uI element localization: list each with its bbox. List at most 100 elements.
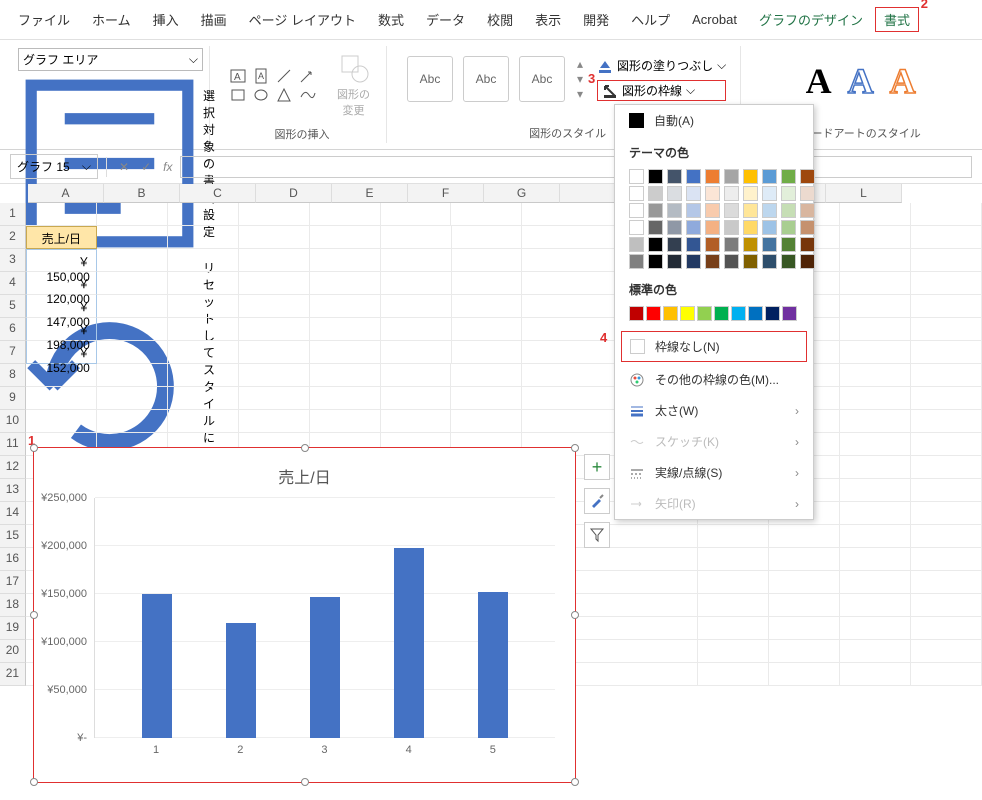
- cell[interactable]: [911, 272, 982, 295]
- cell[interactable]: ￥ 147,000: [26, 295, 97, 318]
- cell[interactable]: [168, 364, 239, 387]
- cell[interactable]: [381, 295, 452, 318]
- row-header[interactable]: 5: [0, 295, 26, 318]
- cell[interactable]: [97, 226, 168, 249]
- cell[interactable]: [451, 410, 522, 433]
- row-header[interactable]: 17: [0, 571, 26, 594]
- cell[interactable]: [911, 548, 982, 571]
- cell[interactable]: [698, 617, 769, 640]
- cell[interactable]: [452, 226, 523, 249]
- col-header[interactable]: B: [104, 184, 180, 203]
- color-swatch[interactable]: [743, 220, 758, 235]
- cell[interactable]: [239, 318, 310, 341]
- color-swatch[interactable]: [629, 186, 644, 201]
- cell[interactable]: [840, 249, 911, 272]
- cell[interactable]: [97, 203, 168, 226]
- row-header[interactable]: 6: [0, 318, 26, 341]
- cell[interactable]: [840, 318, 911, 341]
- color-swatch[interactable]: [686, 203, 701, 218]
- color-swatch[interactable]: [762, 220, 777, 235]
- dd-no-border[interactable]: 4 枠線なし(N): [622, 332, 806, 361]
- name-box[interactable]: グラフ 15 ⌵: [10, 154, 98, 179]
- cell[interactable]: [381, 410, 452, 433]
- color-swatch[interactable]: [781, 203, 796, 218]
- cell[interactable]: [698, 525, 769, 548]
- color-swatch[interactable]: [705, 186, 720, 201]
- cell[interactable]: [451, 364, 522, 387]
- color-swatch[interactable]: [629, 203, 644, 218]
- color-swatch[interactable]: [648, 169, 663, 184]
- color-swatch[interactable]: [667, 203, 682, 218]
- dd-auto[interactable]: 自動(A): [615, 105, 813, 136]
- color-swatch[interactable]: [781, 220, 796, 235]
- cell[interactable]: [698, 548, 769, 571]
- cell[interactable]: [911, 341, 982, 364]
- cell[interactable]: [310, 341, 381, 364]
- color-swatch[interactable]: [743, 203, 758, 218]
- cell[interactable]: [452, 318, 523, 341]
- cell[interactable]: [97, 410, 168, 433]
- color-swatch[interactable]: [663, 306, 678, 321]
- cell[interactable]: [310, 295, 381, 318]
- gallery-more-icon[interactable]: ▾: [577, 87, 583, 101]
- cell[interactable]: [840, 571, 911, 594]
- row-header[interactable]: 18: [0, 594, 26, 617]
- cell[interactable]: [381, 203, 452, 226]
- menu-chart-design[interactable]: グラフのデザイン: [749, 6, 873, 33]
- style-thumb-2[interactable]: Abc: [463, 56, 509, 102]
- cell[interactable]: [239, 295, 310, 318]
- cell[interactable]: [168, 226, 239, 249]
- cell[interactable]: [840, 456, 911, 479]
- cell[interactable]: [911, 318, 982, 341]
- dd-more-colors[interactable]: その他の枠線の色(M)...: [615, 364, 813, 395]
- row-header[interactable]: 14: [0, 502, 26, 525]
- cell[interactable]: [381, 364, 452, 387]
- chart-title[interactable]: 売上/日: [34, 448, 575, 498]
- row-header[interactable]: 2: [0, 226, 26, 249]
- chart-plot-area[interactable]: ¥-¥50,000¥100,000¥150,000¥200,000¥250,00…: [94, 498, 555, 738]
- row-header[interactable]: 1: [0, 203, 26, 226]
- cell[interactable]: [239, 226, 310, 249]
- menu-draw[interactable]: 描画: [191, 6, 237, 33]
- row-header[interactable]: 7: [0, 341, 26, 364]
- cell[interactable]: [310, 410, 381, 433]
- cell[interactable]: 売上/日: [26, 226, 97, 249]
- shape-styles-gallery[interactable]: Abc Abc Abc: [403, 48, 569, 110]
- cell[interactable]: [840, 640, 911, 663]
- col-header[interactable]: C: [180, 184, 256, 203]
- cell[interactable]: [911, 433, 982, 456]
- cell[interactable]: [26, 364, 97, 387]
- resize-handle[interactable]: [30, 778, 38, 786]
- cell[interactable]: [911, 456, 982, 479]
- color-swatch[interactable]: [667, 186, 682, 201]
- cell[interactable]: [840, 433, 911, 456]
- cell[interactable]: [840, 272, 911, 295]
- color-swatch[interactable]: [705, 220, 720, 235]
- color-swatch[interactable]: [765, 306, 780, 321]
- cell[interactable]: ￥ 152,000: [26, 341, 97, 364]
- color-swatch[interactable]: [629, 169, 644, 184]
- color-swatch[interactable]: [629, 220, 644, 235]
- color-swatch[interactable]: [705, 169, 720, 184]
- gallery-up-icon[interactable]: ▴: [577, 57, 583, 71]
- cell[interactable]: [911, 640, 982, 663]
- chart-bar[interactable]: [142, 594, 172, 738]
- color-swatch[interactable]: [762, 186, 777, 201]
- cell[interactable]: [26, 387, 97, 410]
- cell[interactable]: [769, 571, 840, 594]
- color-swatch[interactable]: [800, 237, 815, 252]
- shape-outline-button[interactable]: 3 図形の枠線 ⌵: [597, 80, 726, 101]
- style-thumb-3[interactable]: Abc: [519, 56, 565, 102]
- cell[interactable]: [381, 318, 452, 341]
- color-swatch[interactable]: [686, 237, 701, 252]
- style-thumb-1[interactable]: Abc: [407, 56, 453, 102]
- cell[interactable]: [840, 594, 911, 617]
- cell[interactable]: [769, 525, 840, 548]
- cell[interactable]: [381, 387, 452, 410]
- chart-bar[interactable]: [226, 623, 256, 738]
- color-swatch[interactable]: [686, 220, 701, 235]
- cell[interactable]: [239, 410, 310, 433]
- cell[interactable]: [239, 272, 310, 295]
- line-icon[interactable]: [276, 68, 294, 84]
- row-header[interactable]: 4: [0, 272, 26, 295]
